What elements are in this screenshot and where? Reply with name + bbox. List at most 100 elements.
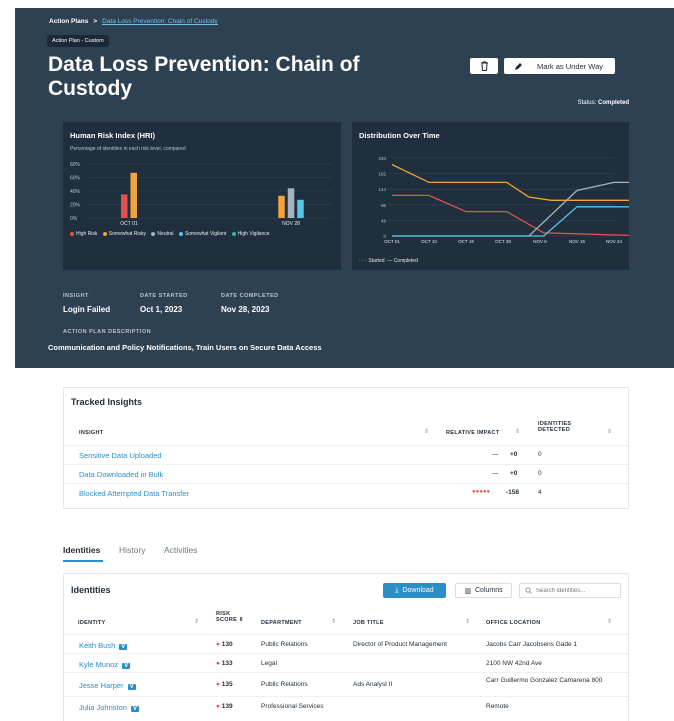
risk-score-value: 135 — [221, 681, 233, 688]
risk-score: ● 139 — [216, 703, 233, 710]
department-cell: Professional Services — [261, 703, 324, 710]
dotted-line-swatch: ··· — [359, 258, 367, 264]
office-cell: Remote — [486, 703, 509, 710]
distribution-chart: 24019214496480OCT 01 OCT 10 OCT 19 OCT 28 NO… — [378, 156, 629, 244]
insight-link[interactable]: Blocked Attempted Data Transfer — [79, 489, 189, 498]
identities-title: Identities — [71, 585, 111, 595]
x-tick-label: NOV 15 — [569, 239, 586, 244]
office-cell: 2100 NW 42nd Ave — [486, 660, 542, 667]
identity-name: Jesse Harper — [79, 681, 124, 690]
tracked-insights-card: Tracked Insights INSIGHT ⇕ RELATIVE IMPA… — [63, 387, 630, 509]
risk-score-value: 139 — [221, 703, 233, 710]
y-tick-label: 48 — [381, 218, 387, 223]
sort-icon[interactable]: ⇕ — [194, 618, 199, 625]
tracked-insights-title: Tracked Insights — [71, 397, 143, 407]
download-icon: ⤓ — [395, 586, 399, 594]
identity-link[interactable]: Keith Bush V — [79, 641, 128, 650]
job-title-cell: Director of Product Management — [353, 641, 447, 648]
hri-title: Human Risk Index (HRI) — [70, 131, 156, 140]
office-cell: Carr Guillermo Gonzalez Camarena 800 — [486, 677, 603, 684]
sort-icon[interactable]: ⇕ — [331, 618, 336, 625]
bar — [287, 188, 295, 218]
breadcrumb-root[interactable]: Action Plans — [49, 18, 88, 25]
distribution-panel: Distribution Over Time 240 192 144 96 48 0 OCT… — [352, 122, 629, 270]
col-job-title[interactable]: JOB TITLE — [353, 620, 384, 626]
col-relative-impact[interactable]: RELATIVE IMPACT — [446, 430, 500, 436]
status-label: Status: — [577, 100, 597, 106]
insight-link[interactable]: Sensitive Data Uploaded — [79, 451, 162, 460]
breadcrumb-separator: > — [93, 18, 98, 25]
search-box[interactable] — [519, 583, 621, 598]
tab-history[interactable]: History — [119, 545, 145, 555]
x-tick-label: OCT 01 — [384, 239, 400, 244]
description-label: ACTION PLAN DESCRIPTION — [63, 329, 152, 335]
office-cell: Jacobs Carr Jacobsens Gade 1 — [486, 641, 578, 648]
x-tick-label: OCT 01 — [120, 221, 138, 227]
sort-icon[interactable]: ⇕ — [515, 428, 520, 435]
table-row: Sensitive Data Uploaded — +0 0 — [64, 445, 630, 464]
detected-count: 0 — [538, 470, 542, 477]
legend-swatch — [231, 231, 236, 236]
columns-icon: ▥ — [464, 587, 471, 595]
tab-identities[interactable]: Identities — [63, 545, 100, 555]
distribution-legend: ··· Started — Completed — [359, 258, 418, 264]
y-tick-label: 60% — [70, 176, 81, 182]
x-tick-label: NOV 24 — [606, 239, 623, 244]
solid-line-swatch: — — [387, 258, 393, 264]
impact-value: +0 — [510, 451, 518, 458]
delete-button[interactable] — [470, 58, 498, 74]
risk-score: ● 130 — [216, 641, 233, 648]
sort-icon[interactable]: ⇕ — [424, 428, 429, 435]
y-tick-label: 40% — [70, 189, 81, 195]
col-identity[interactable]: IDENTITY — [78, 620, 105, 626]
plan-type-pill: Action Plan - Custom — [47, 35, 109, 47]
search-input[interactable] — [536, 587, 616, 594]
col-label-line2: DETECTED — [538, 427, 571, 433]
download-button[interactable]: ⤓ Download — [383, 583, 446, 598]
legend-neutral: Neutral — [157, 231, 174, 237]
y-tick-label: 240 — [378, 156, 386, 161]
risk-score: ● 133 — [216, 660, 233, 667]
table-row: Data Downloaded in Bulk — +0 0 — [64, 464, 630, 483]
legend-swatch — [178, 231, 183, 236]
col-department[interactable]: DEPARTMENT — [261, 620, 302, 626]
detected-count: 4 — [538, 489, 542, 496]
download-label: Download — [402, 587, 434, 594]
verified-badge: V — [122, 663, 131, 669]
x-tick-label: OCT 10 — [421, 239, 437, 244]
job-title-cell: Ads Analyst II — [353, 681, 393, 688]
mark-under-way-button[interactable]: Mark as Under Way — [525, 58, 615, 74]
identity-link[interactable]: Kyle Munoz V — [79, 660, 131, 669]
insight-value: Login Failed — [63, 305, 111, 314]
series-line — [392, 194, 629, 236]
col-office-location[interactable]: OFFICE LOCATION — [486, 620, 541, 626]
table-row: Kyle Munoz V ● 133 Legal 2100 NW 42nd Ave — [64, 653, 628, 672]
sort-icon[interactable]: ⇕ — [465, 618, 470, 625]
col-insight[interactable]: INSIGHT — [79, 430, 103, 436]
department-cell: Public Relations — [261, 641, 308, 648]
col-identities-detected[interactable]: IDENTITIES DETECTED — [538, 421, 571, 433]
y-tick-label: 192 — [378, 172, 386, 177]
status-text: Status: Completed — [578, 100, 629, 106]
identity-link[interactable]: Jesse Harper V — [79, 681, 136, 690]
legend-swatch — [102, 231, 107, 236]
hri-legend: High Risk Somewhat Risky Neutral Somewha… — [70, 231, 270, 237]
x-tick-label: OCT 28 — [495, 239, 511, 244]
hri-subtitle: Percentage of identities in each risk le… — [70, 146, 186, 152]
impact-dots: ●●●●● — [472, 489, 491, 495]
series-line — [392, 181, 629, 237]
identity-link[interactable]: Julia Johnston V — [79, 703, 139, 712]
tab-activities[interactable]: Activities — [164, 545, 198, 555]
columns-button[interactable]: ▥ Columns — [455, 583, 512, 598]
verified-badge: V — [119, 644, 128, 650]
col-risk-score[interactable]: RISK SCORE ⇕ — [216, 611, 244, 623]
y-tick-label: 96 — [381, 203, 387, 208]
sort-icon[interactable]: ⇕ — [607, 428, 612, 435]
insight-link[interactable]: Data Downloaded in Bulk — [79, 470, 163, 479]
bar — [297, 199, 304, 218]
pencil-icon — [514, 62, 522, 70]
y-tick-label: 0% — [70, 216, 78, 222]
impact-dots: — — [492, 470, 499, 477]
breadcrumb-current[interactable]: Data Loss Prevention: Chain of Custody — [102, 18, 218, 25]
sort-icon[interactable]: ⇕ — [607, 618, 612, 625]
